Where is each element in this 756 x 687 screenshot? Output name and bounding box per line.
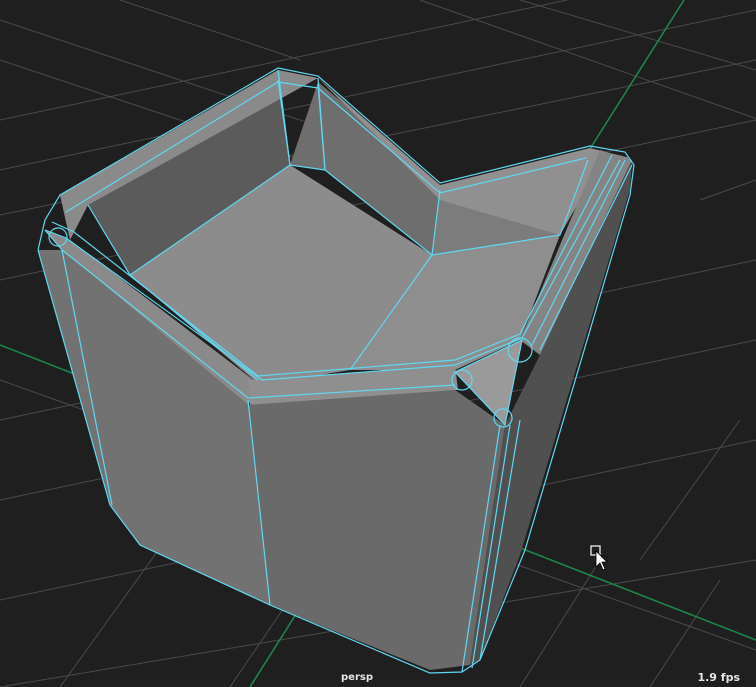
scene-canvas[interactable] — [0, 0, 756, 687]
camera-name-label: persp — [341, 672, 373, 683]
3d-viewport[interactable]: persp 1.9 fps — [0, 0, 756, 687]
fps-counter: 1.9 fps — [697, 671, 740, 684]
mouse-pointer-icon — [590, 545, 608, 571]
